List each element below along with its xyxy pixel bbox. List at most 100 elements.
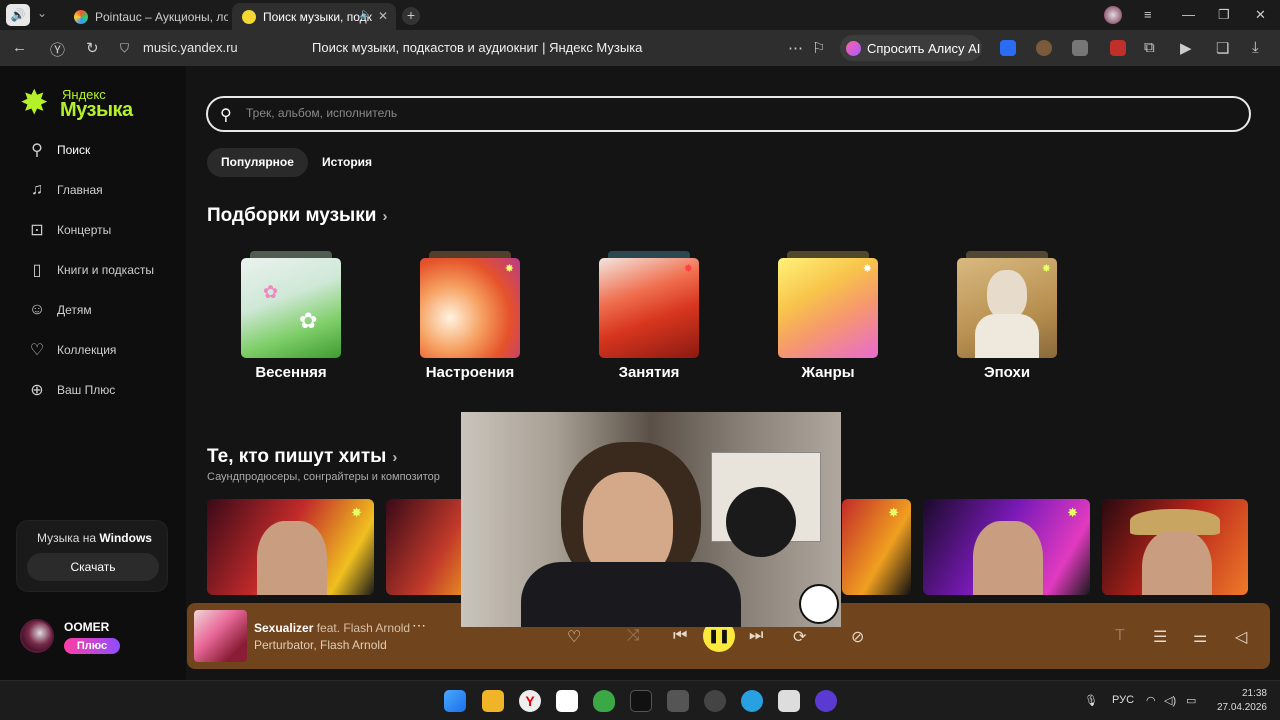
lyrics-icon[interactable]: T bbox=[1115, 627, 1125, 645]
settings-sliders-icon[interactable]: ⚌ bbox=[1193, 627, 1207, 647]
clock[interactable]: 21:38 27.04.2026 bbox=[1215, 687, 1267, 715]
like-icon[interactable]: ♡ bbox=[567, 627, 581, 647]
artist-card[interactable]: ✸ bbox=[842, 499, 911, 595]
sidebar-item-label: Коллекция bbox=[57, 343, 117, 357]
start-icon[interactable] bbox=[444, 690, 466, 712]
plus-badge[interactable]: Плюс bbox=[64, 638, 120, 654]
collection-card-moods[interactable]: ✸ Настроения bbox=[405, 251, 535, 386]
close-tab-icon[interactable]: ✕ bbox=[378, 9, 388, 23]
back-icon[interactable]: ← bbox=[12, 39, 27, 56]
download-button[interactable]: Скачать bbox=[27, 553, 159, 581]
sidebar-item-label: Ваш Плюс bbox=[57, 383, 116, 397]
yandex-icon[interactable]: Ⓨ bbox=[50, 39, 65, 60]
track-artists[interactable]: Perturbator, Flash Arnold bbox=[254, 638, 387, 652]
dislike-icon[interactable]: ⊘ bbox=[851, 627, 864, 647]
sidebar-item-kids[interactable]: ☺ Детям bbox=[26, 299, 92, 321]
ask-alice-button[interactable]: Спросить Алису AI bbox=[840, 35, 982, 61]
minimize-icon[interactable]: — bbox=[1182, 7, 1195, 22]
collections-heading[interactable]: Подборки музыки › bbox=[207, 205, 387, 227]
sparkle-icon: ✸ bbox=[1067, 505, 1078, 520]
avatar[interactable] bbox=[20, 619, 54, 653]
shield-icon[interactable]: ⛉ bbox=[120, 41, 129, 56]
collection-card-genres[interactable]: ✸ Жанры bbox=[763, 251, 893, 386]
shuffle-icon[interactable]: ⤨ bbox=[627, 627, 640, 645]
tab-title: Pointauc – Аукционы, лот bbox=[95, 9, 228, 24]
app-icon[interactable] bbox=[667, 690, 689, 712]
collections-icon[interactable]: ❏ bbox=[1216, 39, 1229, 57]
collection-card-spring[interactable]: ✿ ✿ Весенняя bbox=[226, 251, 356, 386]
logo-burst-icon: ✸ bbox=[20, 84, 49, 122]
profile-avatar[interactable] bbox=[1104, 6, 1122, 24]
battery-icon[interactable]: ▭ bbox=[1186, 694, 1196, 707]
sound-icon[interactable]: 🔊 bbox=[6, 4, 30, 26]
filter-history[interactable]: История bbox=[308, 148, 386, 177]
explorer-icon[interactable] bbox=[482, 690, 504, 712]
search-bar[interactable]: ⚲ bbox=[206, 96, 1251, 132]
previous-icon[interactable]: ⏮ bbox=[673, 627, 687, 645]
sidebar-item-search[interactable]: ⚲ Поиск bbox=[26, 139, 90, 161]
app-icon[interactable] bbox=[778, 690, 800, 712]
puzzle-icon[interactable]: ⧉ bbox=[1144, 39, 1155, 56]
speaker-icon[interactable]: 🔈 bbox=[360, 9, 372, 20]
tab-pointauc[interactable]: Pointauc – Аукционы, лот bbox=[64, 3, 228, 30]
hitmakers-heading[interactable]: Те, кто пишут хиты › bbox=[207, 446, 397, 468]
more-icon[interactable]: ⋯ bbox=[412, 617, 426, 634]
search-input[interactable] bbox=[246, 106, 1146, 120]
menu-icon[interactable]: ≡ bbox=[1144, 7, 1152, 22]
download-icon[interactable]: ⤓ bbox=[1252, 39, 1259, 56]
queue-icon[interactable]: ☰ bbox=[1153, 627, 1167, 647]
repeat-icon[interactable]: ⟳ bbox=[793, 627, 806, 647]
capcut-icon[interactable] bbox=[556, 690, 578, 712]
new-tab-button[interactable]: + bbox=[402, 7, 420, 25]
filter-popular[interactable]: Популярное bbox=[207, 148, 308, 177]
tab-title: Поиск музыки, подк bbox=[263, 9, 372, 24]
book-icon: ▯ bbox=[32, 262, 42, 279]
chevron-down-icon[interactable]: ⌄ bbox=[37, 6, 47, 20]
bookmark-icon[interactable]: ⚐ bbox=[812, 39, 825, 57]
yandex-browser-icon[interactable]: Y bbox=[519, 690, 541, 712]
extension-icon[interactable] bbox=[1072, 40, 1088, 56]
tab-yandex-music[interactable]: Поиск музыки, подк 🔈 ✕ bbox=[232, 3, 396, 30]
chevron-right-icon: › bbox=[392, 449, 398, 466]
artist-card[interactable]: ✸ bbox=[207, 499, 374, 595]
track-feat: feat. Flash Arnold bbox=[313, 621, 411, 635]
extension-icon[interactable] bbox=[1000, 40, 1016, 56]
sidebar-item-books[interactable]: ▯ Книги и подкасты bbox=[26, 259, 154, 281]
obs-icon[interactable] bbox=[630, 690, 652, 712]
windows-card-prefix: Музыка на bbox=[37, 531, 100, 545]
collection-card-eras[interactable]: ✸ Эпохи bbox=[942, 251, 1072, 386]
collection-card-activities[interactable]: ✸ Занятия bbox=[584, 251, 714, 386]
music-note-icon: ♫ bbox=[31, 181, 43, 198]
more-icon[interactable]: ⋯ bbox=[788, 39, 803, 57]
collection-label: Занятия bbox=[618, 364, 680, 381]
app-icon[interactable] bbox=[815, 690, 837, 712]
telegram-icon[interactable] bbox=[741, 690, 763, 712]
volume-icon[interactable]: ◁) bbox=[1164, 694, 1176, 707]
track-title[interactable]: Sexualizer feat. Flash Arnold bbox=[254, 621, 410, 635]
sidebar-item-plus[interactable]: ⊕ Ваш Плюс bbox=[26, 379, 115, 401]
album-art[interactable] bbox=[194, 610, 247, 662]
shield-app-icon[interactable] bbox=[593, 690, 615, 712]
sparkle-icon: ✸ bbox=[683, 263, 693, 275]
sidebar-item-collection[interactable]: ♡ Коллекция bbox=[26, 339, 117, 361]
artist-card[interactable]: ✸ bbox=[923, 499, 1090, 595]
maximize-icon[interactable]: ❐ bbox=[1218, 7, 1230, 23]
windows-app-card: Музыка на Windows Скачать bbox=[16, 520, 168, 592]
keyboard-language[interactable]: РУС bbox=[1112, 694, 1134, 706]
pointauc-favicon-icon bbox=[74, 9, 88, 24]
url-text[interactable]: music.yandex.ru bbox=[143, 40, 238, 55]
artist-card[interactable] bbox=[1102, 499, 1248, 595]
wifi-icon[interactable]: ◠ bbox=[1146, 694, 1156, 707]
sidebar-item-home[interactable]: ♫ Главная bbox=[26, 179, 103, 201]
sidebar-item-label: Детям bbox=[57, 303, 92, 317]
media-icon[interactable]: ▶ bbox=[1180, 39, 1192, 57]
sidebar-item-concerts[interactable]: ⊡ Концерты bbox=[26, 219, 111, 241]
ublock-icon[interactable] bbox=[1110, 40, 1126, 56]
reload-icon[interactable]: ↻ bbox=[86, 39, 99, 57]
close-window-icon[interactable]: ✕ bbox=[1255, 7, 1266, 23]
next-icon[interactable]: ⏭ bbox=[749, 627, 763, 645]
microphone-icon[interactable]: 🎙 bbox=[1084, 694, 1098, 707]
volume-icon[interactable]: ◁ bbox=[1235, 627, 1247, 647]
extension-icon[interactable] bbox=[1036, 40, 1052, 56]
steam-icon[interactable] bbox=[704, 690, 726, 712]
